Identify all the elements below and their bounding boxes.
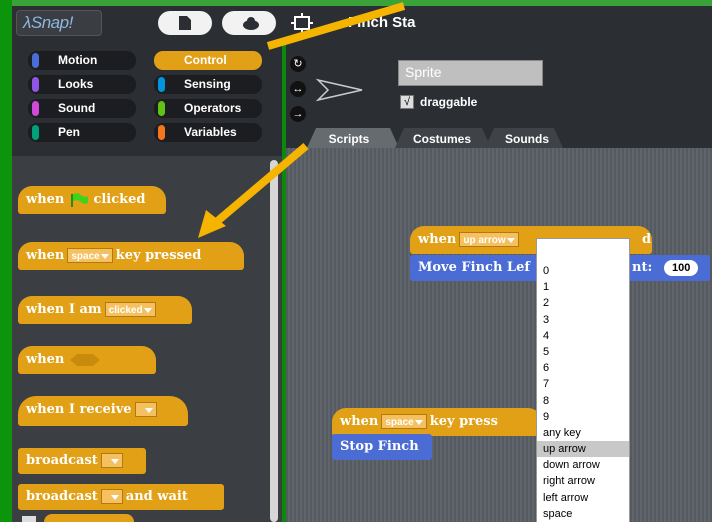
annotation-arrow-icon <box>266 2 406 50</box>
snap-editor: λSnap! Finch Sta Motion Control Looks Sensi… <box>0 0 712 522</box>
annotation-arrow-icon <box>198 142 309 238</box>
annotation-arrows <box>198 2 406 238</box>
